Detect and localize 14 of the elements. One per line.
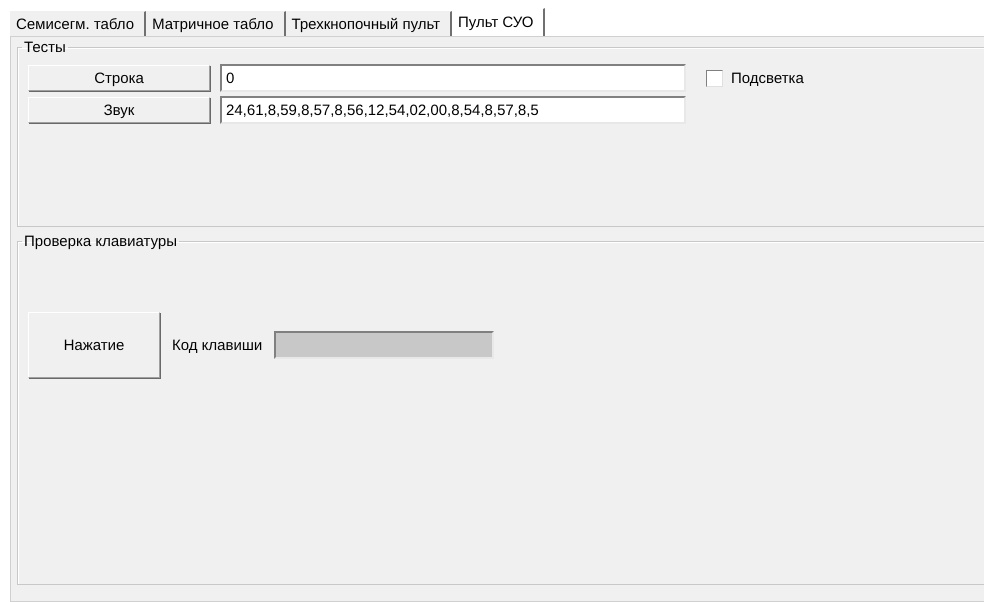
group-title: Тесты [23, 39, 67, 56]
tab[interactable]: Семисегм. табло [10, 11, 146, 36]
checkbox-label: Подсветка [731, 70, 804, 86]
checkbox-icon[interactable] [706, 70, 723, 86]
key-code-label: Код клавиши [172, 336, 262, 354]
input-field[interactable]: 0 [220, 64, 686, 92]
input-field[interactable]: 24,61,8,59,8,57,8,56,12,54,02,00,8,54,8,57,8,5 [220, 96, 686, 124]
test-button[interactable]: Звук [28, 97, 210, 123]
tab[interactable]: Трехкнопочный пульт [286, 11, 452, 36]
group-title: Проверка клавиатуры [23, 233, 178, 250]
press-button[interactable]: Нажатие [28, 312, 160, 378]
backlight-checkbox[interactable]: Подсветка [706, 70, 804, 86]
tab[interactable]: Матричное табло [146, 11, 286, 36]
test-button[interactable]: Строка [28, 65, 210, 91]
